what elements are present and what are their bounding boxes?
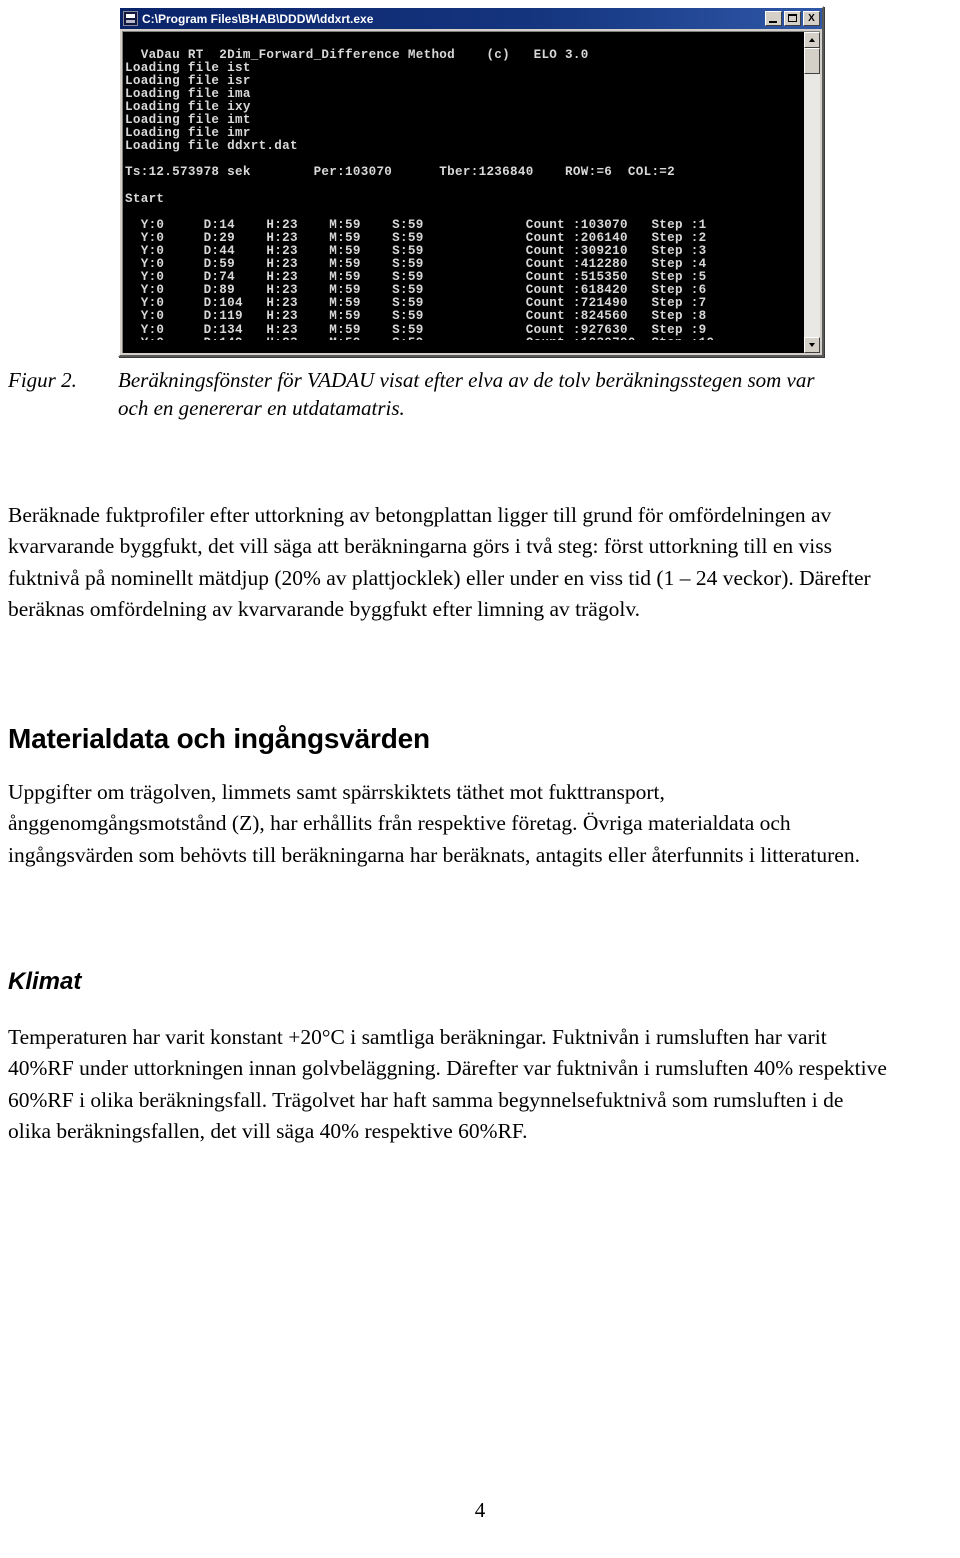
paragraph-materialdata: Uppgifter om trägolven, limmets samt spä…	[8, 779, 860, 867]
paragraph-klimat: Temperaturen har varit konstant +20°C i …	[8, 1024, 887, 1144]
heading-materialdata: Materialdata och ingångsvärden	[8, 723, 430, 755]
figure-caption-text: Beräkningsfönster för VADAU visat efter …	[118, 368, 815, 420]
maximize-button[interactable]	[784, 11, 801, 26]
figure-label: Figur 2.	[8, 368, 77, 392]
page-number: 4	[474, 1498, 486, 1522]
scroll-down-arrow-icon[interactable]	[804, 337, 820, 353]
window-title: C:\Program Files\BHAB\DDDW\ddxrt.exe	[142, 11, 374, 26]
minimize-button[interactable]	[765, 11, 782, 26]
close-icon[interactable]: X	[803, 11, 820, 26]
console-client-area: VaDau RT 2Dim_Forward_Difference Method …	[122, 31, 820, 353]
heading-klimat: Klimat	[8, 967, 82, 995]
scrollbar-track[interactable]	[804, 48, 820, 337]
console-vertical-scrollbar[interactable]	[804, 32, 820, 353]
console-window[interactable]: C:\Program Files\BHAB\DDDW\ddxrt.exe X V…	[118, 6, 824, 357]
console-app-icon	[123, 11, 138, 26]
scroll-up-arrow-icon[interactable]	[804, 32, 820, 48]
paragraph-intro: Beräknade fuktprofiler efter uttorkning …	[8, 502, 871, 622]
figure-caption: Figur 2. Beräkningsfönster för VADAU visa…	[8, 366, 868, 422]
console-output-text: VaDau RT 2Dim_Forward_Difference Method …	[125, 47, 714, 340]
window-titlebar[interactable]: C:\Program Files\BHAB\DDDW\ddxrt.exe X	[120, 8, 822, 29]
scrollbar-thumb[interactable]	[804, 48, 820, 74]
